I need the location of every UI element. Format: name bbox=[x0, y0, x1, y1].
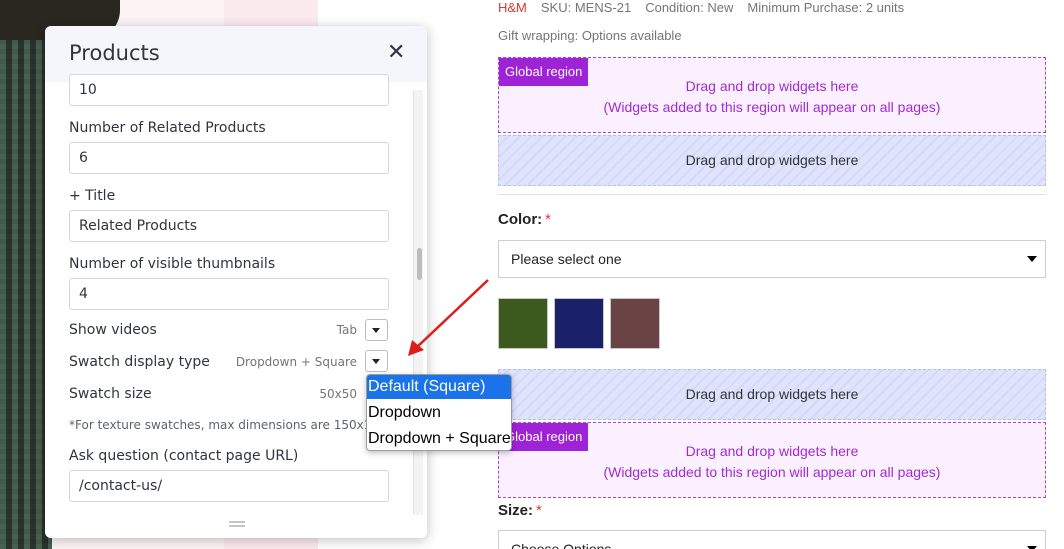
color-label: Color: * bbox=[498, 211, 551, 228]
color-select[interactable]: Please select one bbox=[498, 240, 1046, 278]
annotation-arrow-icon bbox=[408, 279, 489, 356]
related-products-input[interactable]: 6 bbox=[69, 142, 389, 174]
color-swatch-brown[interactable] bbox=[610, 298, 660, 349]
option-dropdown-square[interactable]: Dropdown + Square bbox=[367, 427, 511, 450]
required-asterisk: * bbox=[536, 502, 542, 519]
global-region-message: Drag and drop widgets here (Widgets adde… bbox=[499, 441, 1045, 483]
option-default-square[interactable]: Default (Square) bbox=[367, 375, 511, 399]
products-panel: Products ✕ 10 Number of Related Products… bbox=[45, 26, 427, 538]
sku: SKU: MENS-21 bbox=[540, 0, 632, 15]
global-region-line2: (Widgets added to this region will appea… bbox=[603, 464, 941, 480]
title-label[interactable]: + Title bbox=[69, 188, 115, 204]
show-videos-dropdown[interactable] bbox=[365, 319, 388, 341]
size-select[interactable]: Choose Options bbox=[498, 530, 1046, 549]
show-videos-value: Tab bbox=[336, 323, 357, 337]
caret-down-icon bbox=[1027, 256, 1037, 262]
related-products-label: Number of Related Products bbox=[69, 120, 266, 136]
swatch-type-value: Dropdown + Square bbox=[235, 355, 357, 369]
top-number-input[interactable]: 10 bbox=[69, 74, 389, 106]
texture-note: *For texture swatches, max dimensions ar… bbox=[69, 418, 387, 432]
ask-question-input[interactable]: /contact-us/ bbox=[69, 470, 389, 502]
swatch-size-value: 50x50 bbox=[319, 387, 357, 401]
size-label: Size: * bbox=[498, 502, 542, 519]
caret-down-icon bbox=[372, 328, 380, 333]
color-swatch-navy[interactable] bbox=[554, 298, 604, 349]
panel-title: Products bbox=[69, 41, 160, 65]
arrow-shaft bbox=[415, 279, 489, 349]
size-label-text: Size: bbox=[498, 502, 534, 519]
divider bbox=[498, 194, 1046, 195]
swatch-type-dropdown[interactable] bbox=[365, 350, 388, 372]
product-meta: H&M SKU: MENS-21 Condition: New Minimum Pur… bbox=[498, 0, 918, 16]
page: H&M SKU: MENS-21 Condition: New Minimum Pur… bbox=[0, 0, 1064, 549]
swatch-type-options: Default (Square) Dropdown Dropdown + Squ… bbox=[366, 374, 512, 451]
global-region-line1: Drag and drop widgets here bbox=[685, 78, 859, 94]
option-dropdown[interactable]: Dropdown bbox=[367, 401, 511, 425]
min-purchase: Minimum Purchase: 2 units bbox=[747, 0, 905, 15]
widget-drop-zone[interactable]: Drag and drop widgets here bbox=[498, 135, 1046, 186]
required-asterisk: * bbox=[545, 211, 552, 228]
gift-wrapping: Gift wrapping: Options available bbox=[498, 28, 682, 43]
widget-drop-zone[interactable]: Drag and drop widgets here bbox=[498, 369, 1046, 420]
brand-link[interactable]: H&M bbox=[498, 0, 527, 15]
global-region-line2: (Widgets added to this region will appea… bbox=[603, 99, 941, 115]
close-icon[interactable]: ✕ bbox=[387, 42, 405, 64]
color-select-value: Please select one bbox=[511, 251, 622, 267]
caret-down-icon bbox=[372, 359, 380, 364]
thumbnails-label: Number of visible thumbnails bbox=[69, 256, 276, 272]
ask-question-label: Ask question (contact page URL) bbox=[69, 448, 299, 464]
global-region-line1: Drag and drop widgets here bbox=[685, 443, 859, 459]
thumbnails-input[interactable]: 4 bbox=[69, 278, 389, 310]
color-label-text: Color: bbox=[498, 211, 543, 228]
global-region-top[interactable]: Global region Drag and drop widgets here… bbox=[498, 57, 1046, 133]
resize-grip-icon[interactable] bbox=[229, 521, 245, 527]
global-region-bottom[interactable]: Global region Drag and drop widgets here… bbox=[498, 422, 1046, 498]
condition: Condition: New bbox=[645, 0, 734, 15]
swatch-type-label: Swatch display type bbox=[69, 354, 210, 370]
title-input[interactable]: Related Products bbox=[69, 210, 389, 242]
color-swatch-green[interactable] bbox=[498, 298, 548, 349]
size-select-value: Choose Options bbox=[511, 541, 612, 549]
swatch-size-label: Swatch size bbox=[69, 386, 152, 402]
global-region-message: Drag and drop widgets here (Widgets adde… bbox=[499, 76, 1045, 118]
show-videos-label: Show videos bbox=[69, 322, 157, 338]
